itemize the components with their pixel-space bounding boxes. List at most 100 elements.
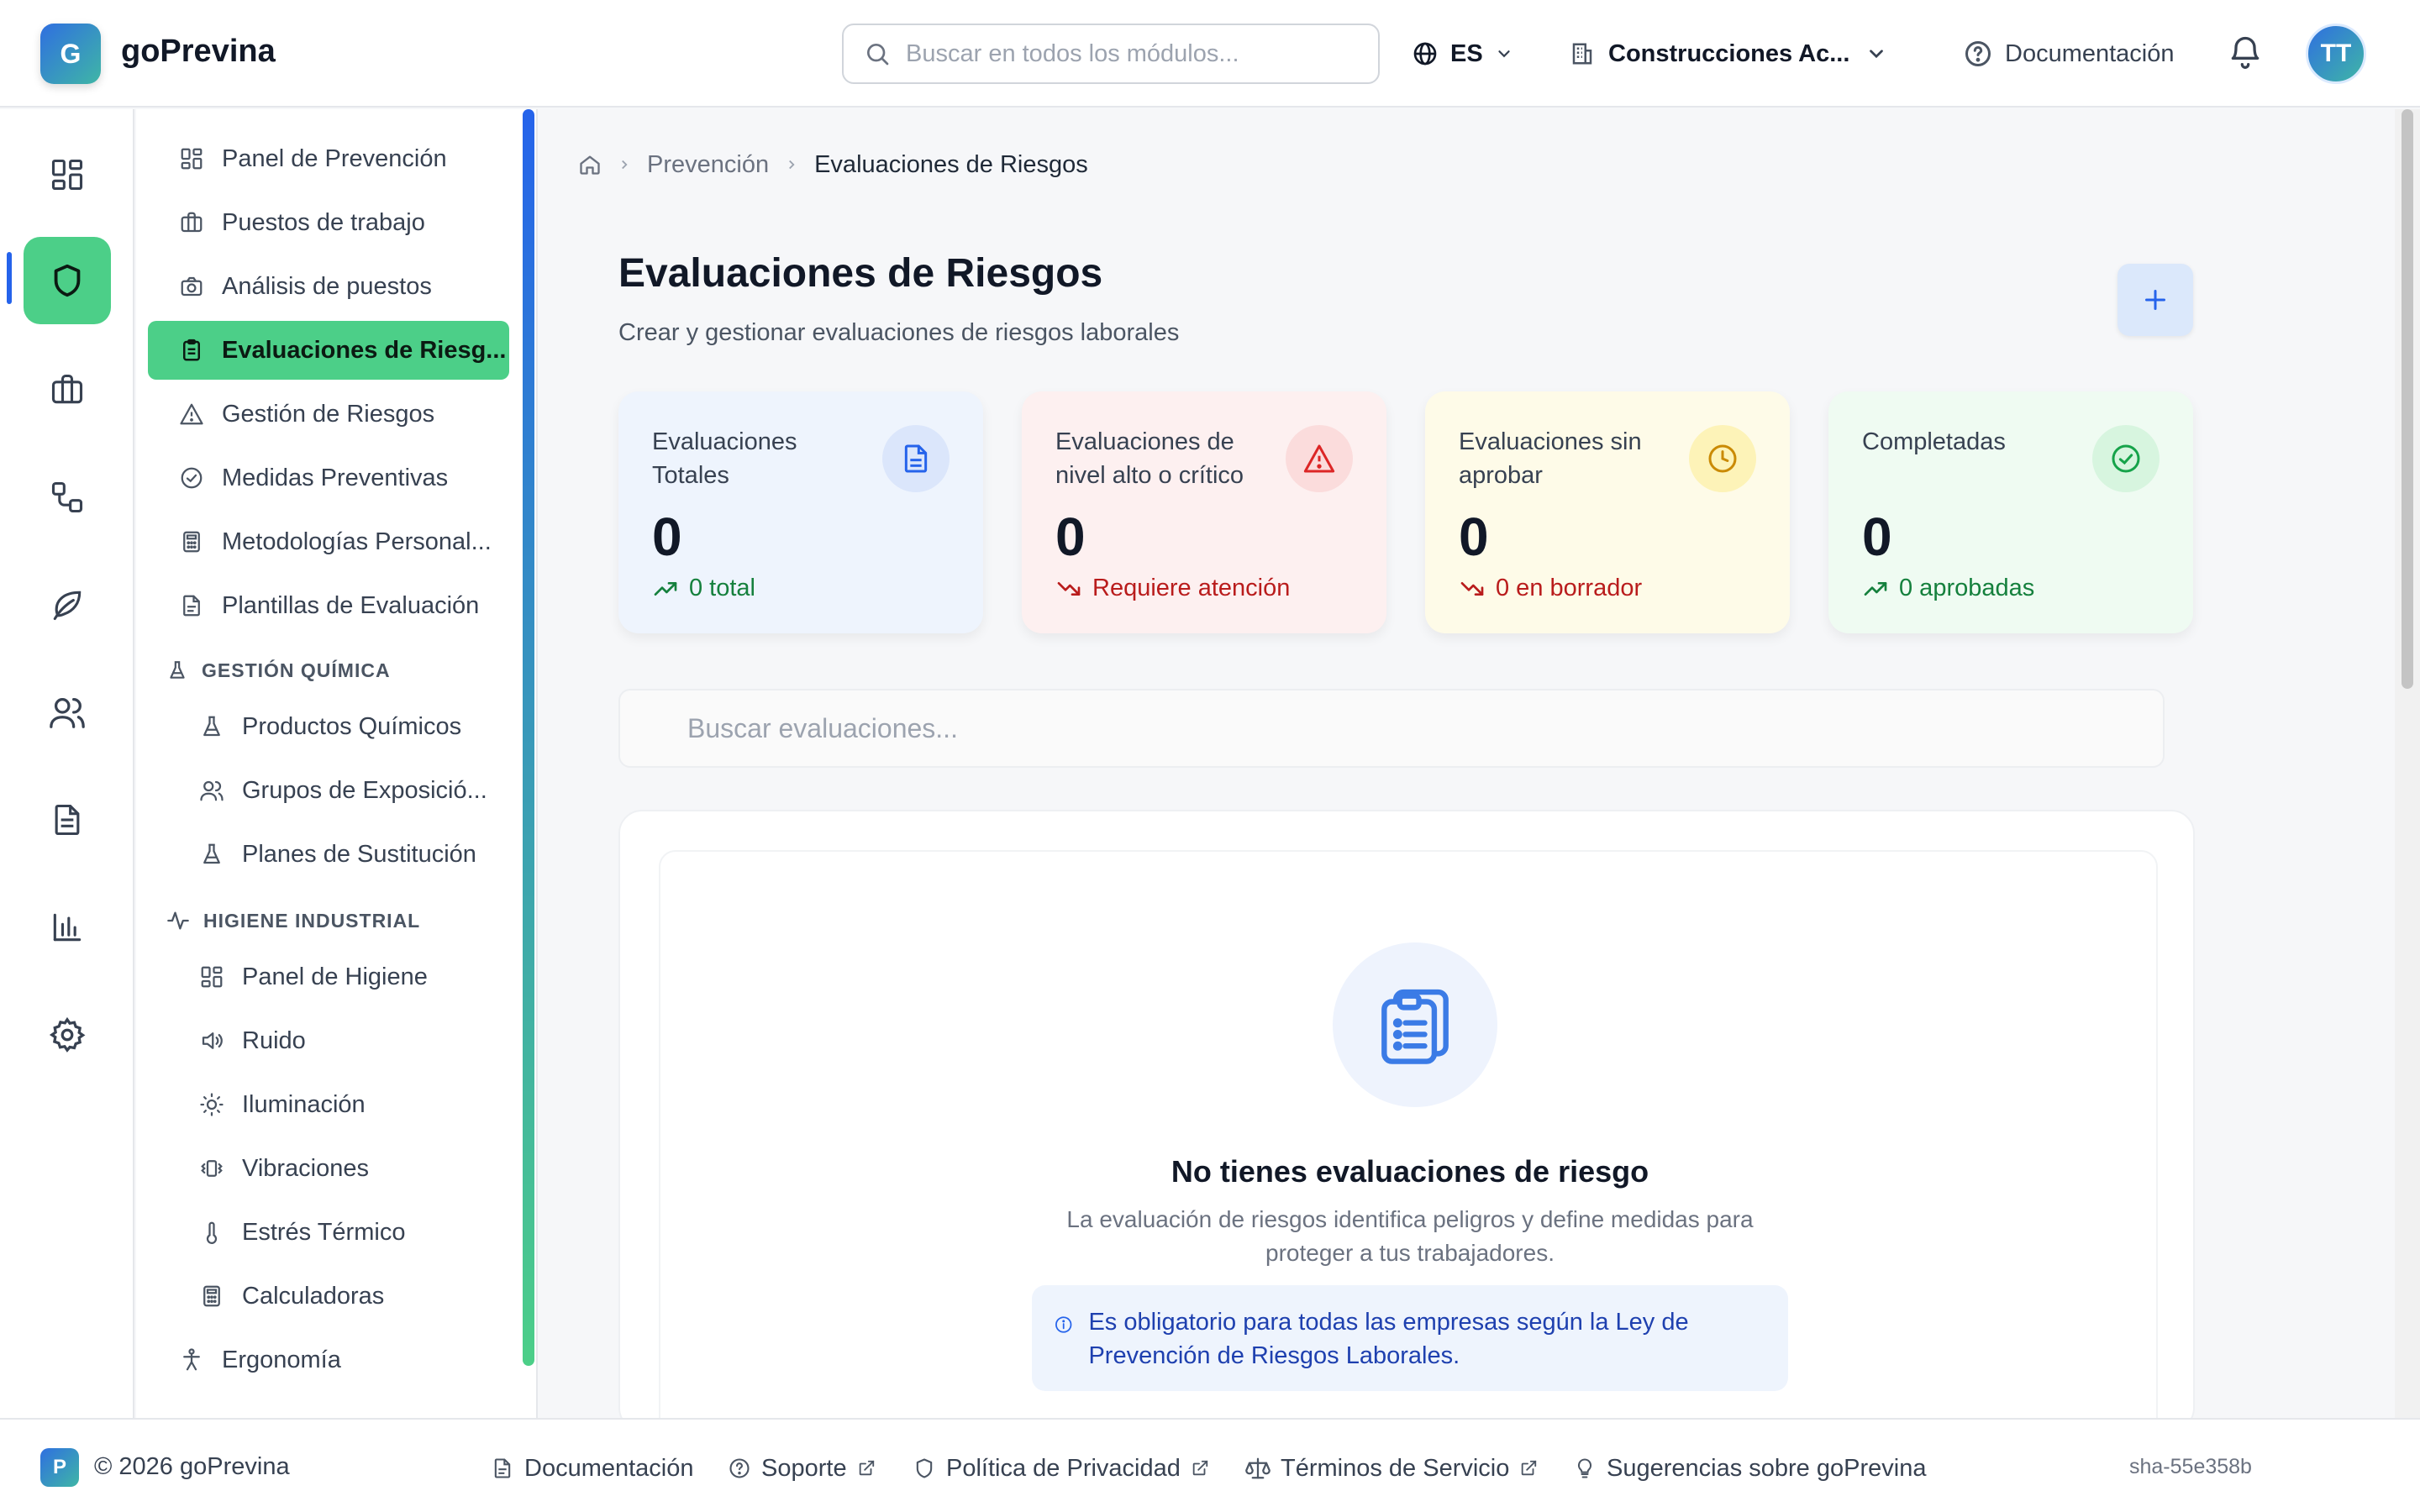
footer-support-link[interactable]: Soporte <box>728 1452 876 1485</box>
sidebar-item-productos-quimicos[interactable]: Productos Químicos <box>148 697 509 756</box>
empty-state-card: No tienes evaluaciones de riesgo La eval… <box>659 850 2158 1438</box>
rail-item-jobs[interactable] <box>24 346 111 433</box>
sidebar-item-label: Puestos de trabajo <box>222 208 425 236</box>
footer-terms-link[interactable]: Términos de Servicio <box>1245 1452 1538 1485</box>
trending-up-icon <box>654 581 677 596</box>
company-selector[interactable]: Construcciones Ac... <box>1570 34 1887 74</box>
sidebar-item-plantillas[interactable]: Plantillas de Evaluación <box>148 576 509 635</box>
scrollbar-thumb[interactable] <box>2402 109 2413 689</box>
empty-state-title: No tienes evaluaciones de riesgo <box>1171 1154 1649 1189</box>
document-icon <box>904 444 928 473</box>
stat-card-completed[interactable]: Completadas 0 0 aprobadas <box>1828 391 2193 633</box>
global-search-input[interactable]: Buscar en todos los módulos... <box>842 24 1380 84</box>
info-icon <box>1055 1316 1072 1333</box>
rail-item-workflow[interactable] <box>24 454 111 541</box>
sidebar-item-grupos-exposicion[interactable]: Grupos de Exposició... <box>148 761 509 820</box>
documentation-label: Documentación <box>2005 39 2175 67</box>
home-icon[interactable] <box>578 153 602 176</box>
sidebar-item-ergonomia[interactable]: Ergonomía <box>148 1331 509 1389</box>
section-title: GESTIÓN QUÍMICA <box>202 659 391 681</box>
footer-link-label: Sugerencias sobre goPrevina <box>1607 1454 1927 1482</box>
users-icon <box>200 780 224 801</box>
card-value: 0 <box>652 507 682 567</box>
card-value: 0 <box>1459 507 1489 567</box>
trending-down-icon <box>1057 581 1081 596</box>
chevron-right-icon <box>789 160 795 170</box>
chevron-down-icon <box>1498 50 1510 58</box>
sidebar-item-vibraciones[interactable]: Vibraciones <box>148 1139 509 1198</box>
user-avatar[interactable]: TT <box>2306 24 2366 84</box>
rail-item-documents[interactable] <box>24 776 111 864</box>
search-icon <box>867 44 889 66</box>
dashboard-icon <box>181 148 203 170</box>
page-scrollbar[interactable] <box>2395 109 2420 1418</box>
plus-icon <box>2145 290 2165 310</box>
footer-privacy-link[interactable]: Política de Privacidad <box>913 1452 1209 1485</box>
sidebar-item-calculadoras[interactable]: Calculadoras <box>148 1267 509 1326</box>
sidebar-item-panel-prevencion[interactable]: Panel de Prevención <box>148 129 509 188</box>
rail-item-people[interactable] <box>24 669 111 756</box>
rail-item-settings[interactable] <box>24 991 111 1079</box>
main-content: Prevención Evaluaciones de Riesgos Evalu… <box>538 109 2395 1438</box>
page-title: Evaluaciones de Riesgos <box>618 251 1103 296</box>
activity-icon <box>167 911 189 930</box>
notifications-button[interactable] <box>2227 34 2264 71</box>
card-icon-wrap <box>1689 425 1756 492</box>
sidebar-item-analisis[interactable]: Análisis de puestos <box>148 257 509 316</box>
rail-item-prevention[interactable] <box>24 237 111 324</box>
breadcrumb-section[interactable]: Prevención <box>647 151 769 179</box>
shield-icon <box>54 264 81 297</box>
clipboard-icon <box>183 339 200 361</box>
sidebar-item-planes-sustitucion[interactable]: Planes de Sustitución <box>148 825 509 884</box>
rail-item-dashboard[interactable] <box>24 131 111 218</box>
clock-icon <box>1708 444 1737 473</box>
app-logo[interactable]: G <box>40 24 101 84</box>
card-title: Evaluaciones Totales <box>652 428 797 489</box>
rail-item-reports[interactable] <box>24 884 111 971</box>
sidebar-item-estres-termico[interactable]: Estrés Térmico <box>148 1203 509 1262</box>
sidebar-item-iluminacion[interactable]: Iluminación <box>148 1075 509 1134</box>
stat-card-unapproved[interactable]: Evaluaciones sin aprobar 0 0 en borrador <box>1425 391 1790 633</box>
users-icon <box>50 698 85 728</box>
sidebar-item-label: Vibraciones <box>242 1154 370 1182</box>
sidebar-item-metodologias[interactable]: Metodologías Personal... <box>148 512 509 571</box>
chevron-right-icon <box>622 160 628 170</box>
sidebar-item-gestion-riesgos[interactable]: Gestión de Riesgos <box>148 385 509 444</box>
language-selector[interactable]: ES <box>1412 34 1513 74</box>
stat-card-high-risk[interactable]: Evaluaciones de nivel alto o crítico 0 R… <box>1022 391 1386 633</box>
sidebar-section-quimica[interactable]: GESTIÓN QUÍMICA <box>166 654 391 687</box>
documentation-link[interactable]: Documentación <box>1963 34 2175 74</box>
sidebar-item-label: Estrés Térmico <box>242 1218 406 1246</box>
sidebar-item-medidas[interactable]: Medidas Preventivas <box>148 449 509 507</box>
brand-name[interactable]: goPrevina <box>121 34 276 70</box>
footer-link-label: Documentación <box>524 1454 694 1482</box>
check-circle-icon <box>2112 444 2140 473</box>
sidebar-item-label: Gestión de Riesgos <box>222 400 435 428</box>
sidebar-item-label: Medidas Preventivas <box>222 464 449 491</box>
external-link-icon <box>859 1460 874 1476</box>
external-link-icon <box>1522 1460 1537 1476</box>
check-circle-icon <box>181 467 203 489</box>
evaluations-search-input[interactable]: Buscar evaluaciones... <box>618 689 2165 768</box>
sidebar-item-puestos[interactable]: Puestos de trabajo <box>148 193 509 252</box>
sidebar-scroll-indicator[interactable] <box>523 109 534 1366</box>
building-icon <box>1572 43 1592 65</box>
sidebar-item-evaluaciones[interactable]: Evaluaciones de Riesg... <box>148 321 509 380</box>
add-evaluation-button[interactable] <box>2118 264 2193 336</box>
module-sidebar: Panel de Prevención Puestos de trabajo A… <box>136 109 536 1418</box>
sidebar-item-ruido[interactable]: Ruido <box>148 1011 509 1070</box>
footer-docs-link[interactable]: Documentación <box>491 1452 694 1485</box>
dashboard-icon <box>201 966 223 988</box>
sidebar-section-higiene[interactable]: HIGIENE INDUSTRIAL <box>166 904 420 937</box>
thermometer-icon <box>206 1221 218 1244</box>
sidebar-item-label: Productos Químicos <box>242 712 462 740</box>
card-footer: 0 aprobadas <box>1862 575 2034 602</box>
stat-card-total[interactable]: Evaluaciones Totales 0 0 total <box>618 391 983 633</box>
sidebar-item-label: Ergonomía <box>222 1346 341 1373</box>
sun-icon <box>200 1093 224 1116</box>
warning-icon <box>180 403 203 425</box>
rail-item-environment[interactable] <box>24 561 111 648</box>
footer-link-label: Política de Privacidad <box>946 1454 1181 1482</box>
sidebar-item-panel-higiene[interactable]: Panel de Higiene <box>148 948 509 1006</box>
footer-suggestions-link[interactable]: Sugerencias sobre goPrevina <box>1573 1452 1926 1485</box>
